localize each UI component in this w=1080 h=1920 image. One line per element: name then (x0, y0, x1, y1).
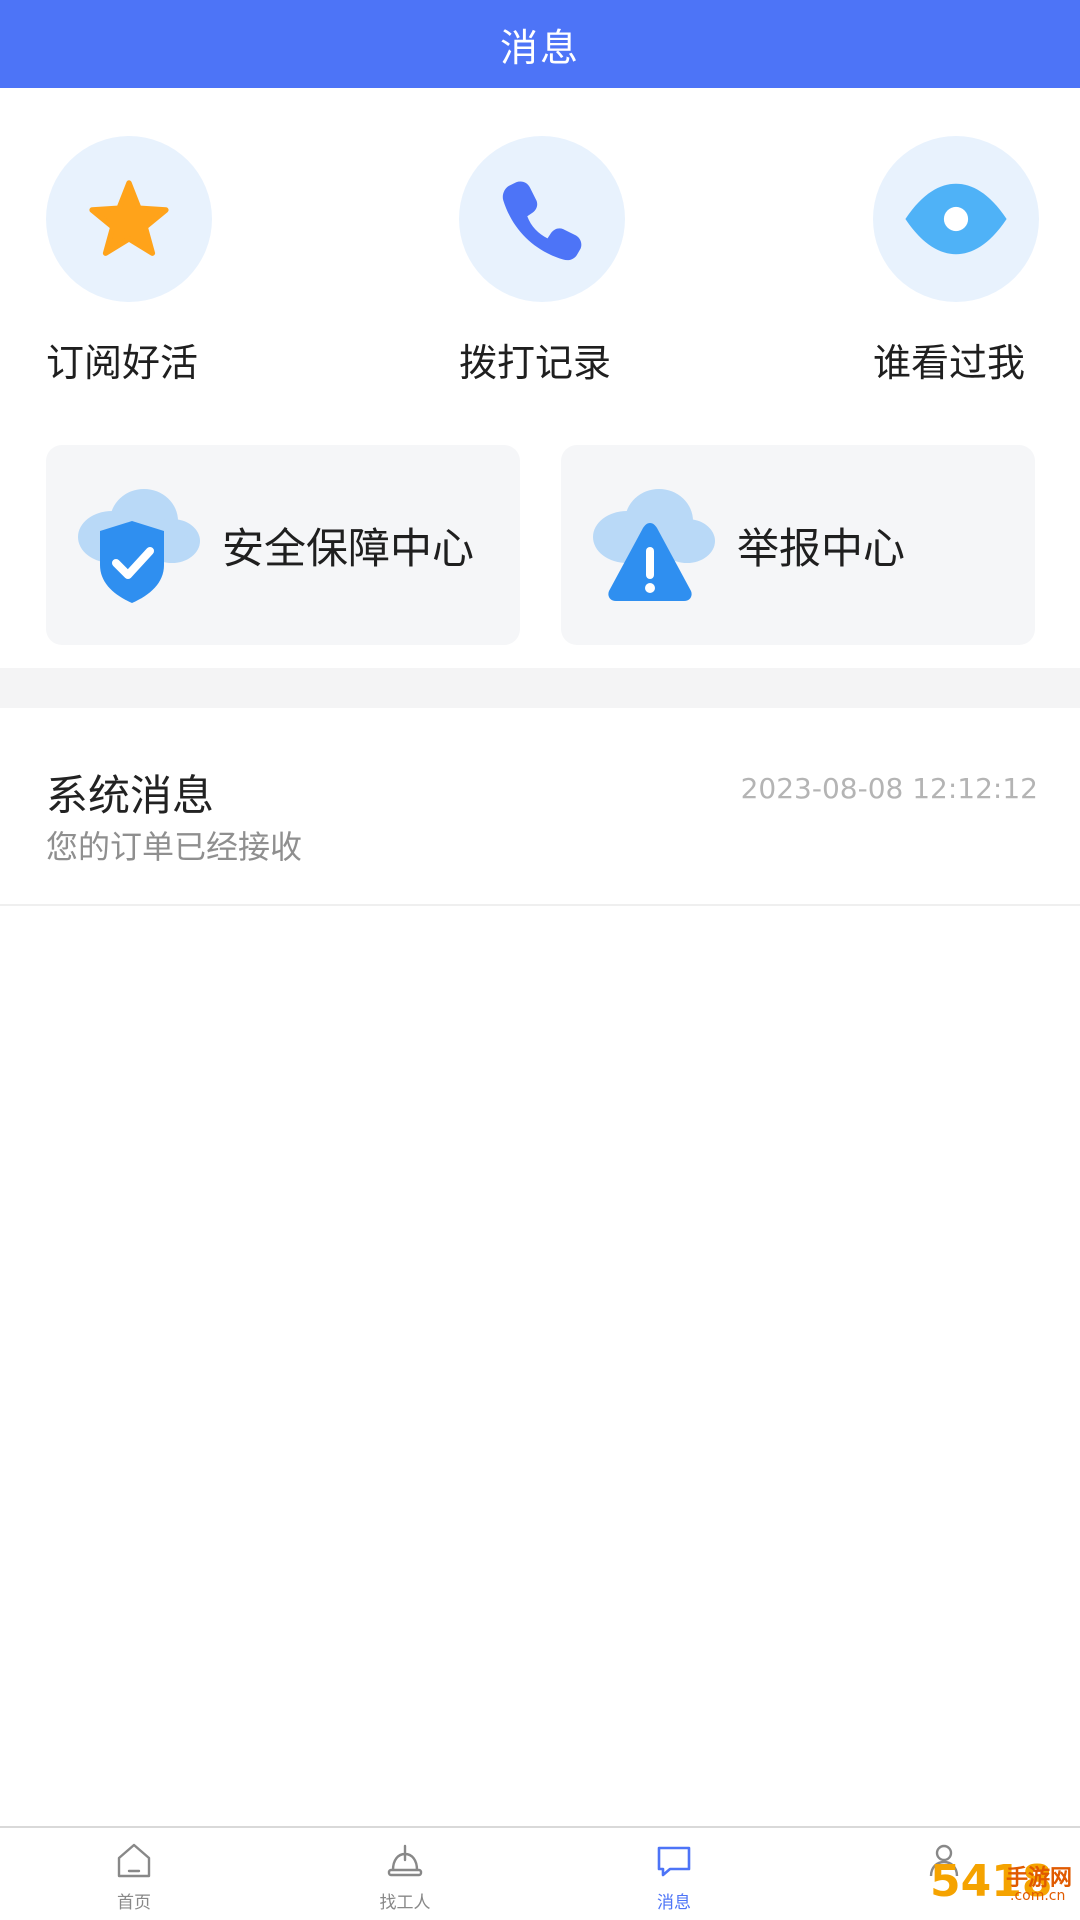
star-icon (89, 180, 169, 256)
home-icon (117, 1843, 151, 1878)
message-icon (657, 1846, 691, 1877)
tab-home[interactable]: 首页 (74, 1828, 194, 1920)
shield-check-icon (78, 489, 200, 603)
quick-action-call-log[interactable]: 拨打记录 (459, 136, 659, 385)
header-bar: 消息 (0, 0, 1080, 88)
icon-circle (459, 136, 625, 302)
icon-circle (46, 136, 212, 302)
card-label: 安全保障中心 (222, 523, 475, 573)
tab-find-worker[interactable]: 找工人 (345, 1828, 465, 1920)
message-summary: 您的订单已经接收 (46, 828, 303, 866)
warning-icon (593, 489, 715, 601)
watermark-sub: .com.cn (1010, 1888, 1066, 1904)
quick-action-viewers[interactable]: 谁看过我 (873, 136, 1073, 385)
quick-action-label: 谁看过我 (873, 341, 1026, 385)
message-list-item[interactable]: 系统消息 2023-08-08 12:12:12 您的订单已经接收 (0, 708, 1080, 906)
safety-center-card[interactable]: 安全保障中心 (46, 445, 520, 645)
report-center-card[interactable]: 举报中心 (561, 445, 1035, 645)
tab-label: 找工人 (379, 1893, 431, 1913)
quick-action-label: 订阅好活 (46, 341, 199, 385)
quick-action-subscribe[interactable]: 订阅好活 (46, 136, 246, 385)
message-time: 2023-08-08 12:12:12 (740, 772, 1038, 805)
quick-actions: 订阅好活 拨打记录 谁看过我 (0, 88, 1080, 428)
worker-helmet-icon (387, 1844, 423, 1877)
phone-icon (502, 181, 582, 261)
section-divider (0, 668, 1080, 708)
page-title: 消息 (499, 25, 580, 70)
tab-label: 消息 (657, 1893, 691, 1913)
message-title: 系统消息 (46, 771, 215, 820)
quick-action-label: 拨打记录 (459, 341, 612, 385)
icon-circle (873, 136, 1039, 302)
watermark-logo: 5418 手游网 .com.cn (926, 1856, 1076, 1916)
card-label: 举报中心 (737, 523, 906, 573)
tab-label: 首页 (117, 1893, 151, 1913)
eye-icon (905, 183, 1007, 255)
tab-messages[interactable]: 消息 (614, 1828, 734, 1920)
bottom-tab-bar: 首页 找工人 消息 (0, 1826, 1080, 1920)
